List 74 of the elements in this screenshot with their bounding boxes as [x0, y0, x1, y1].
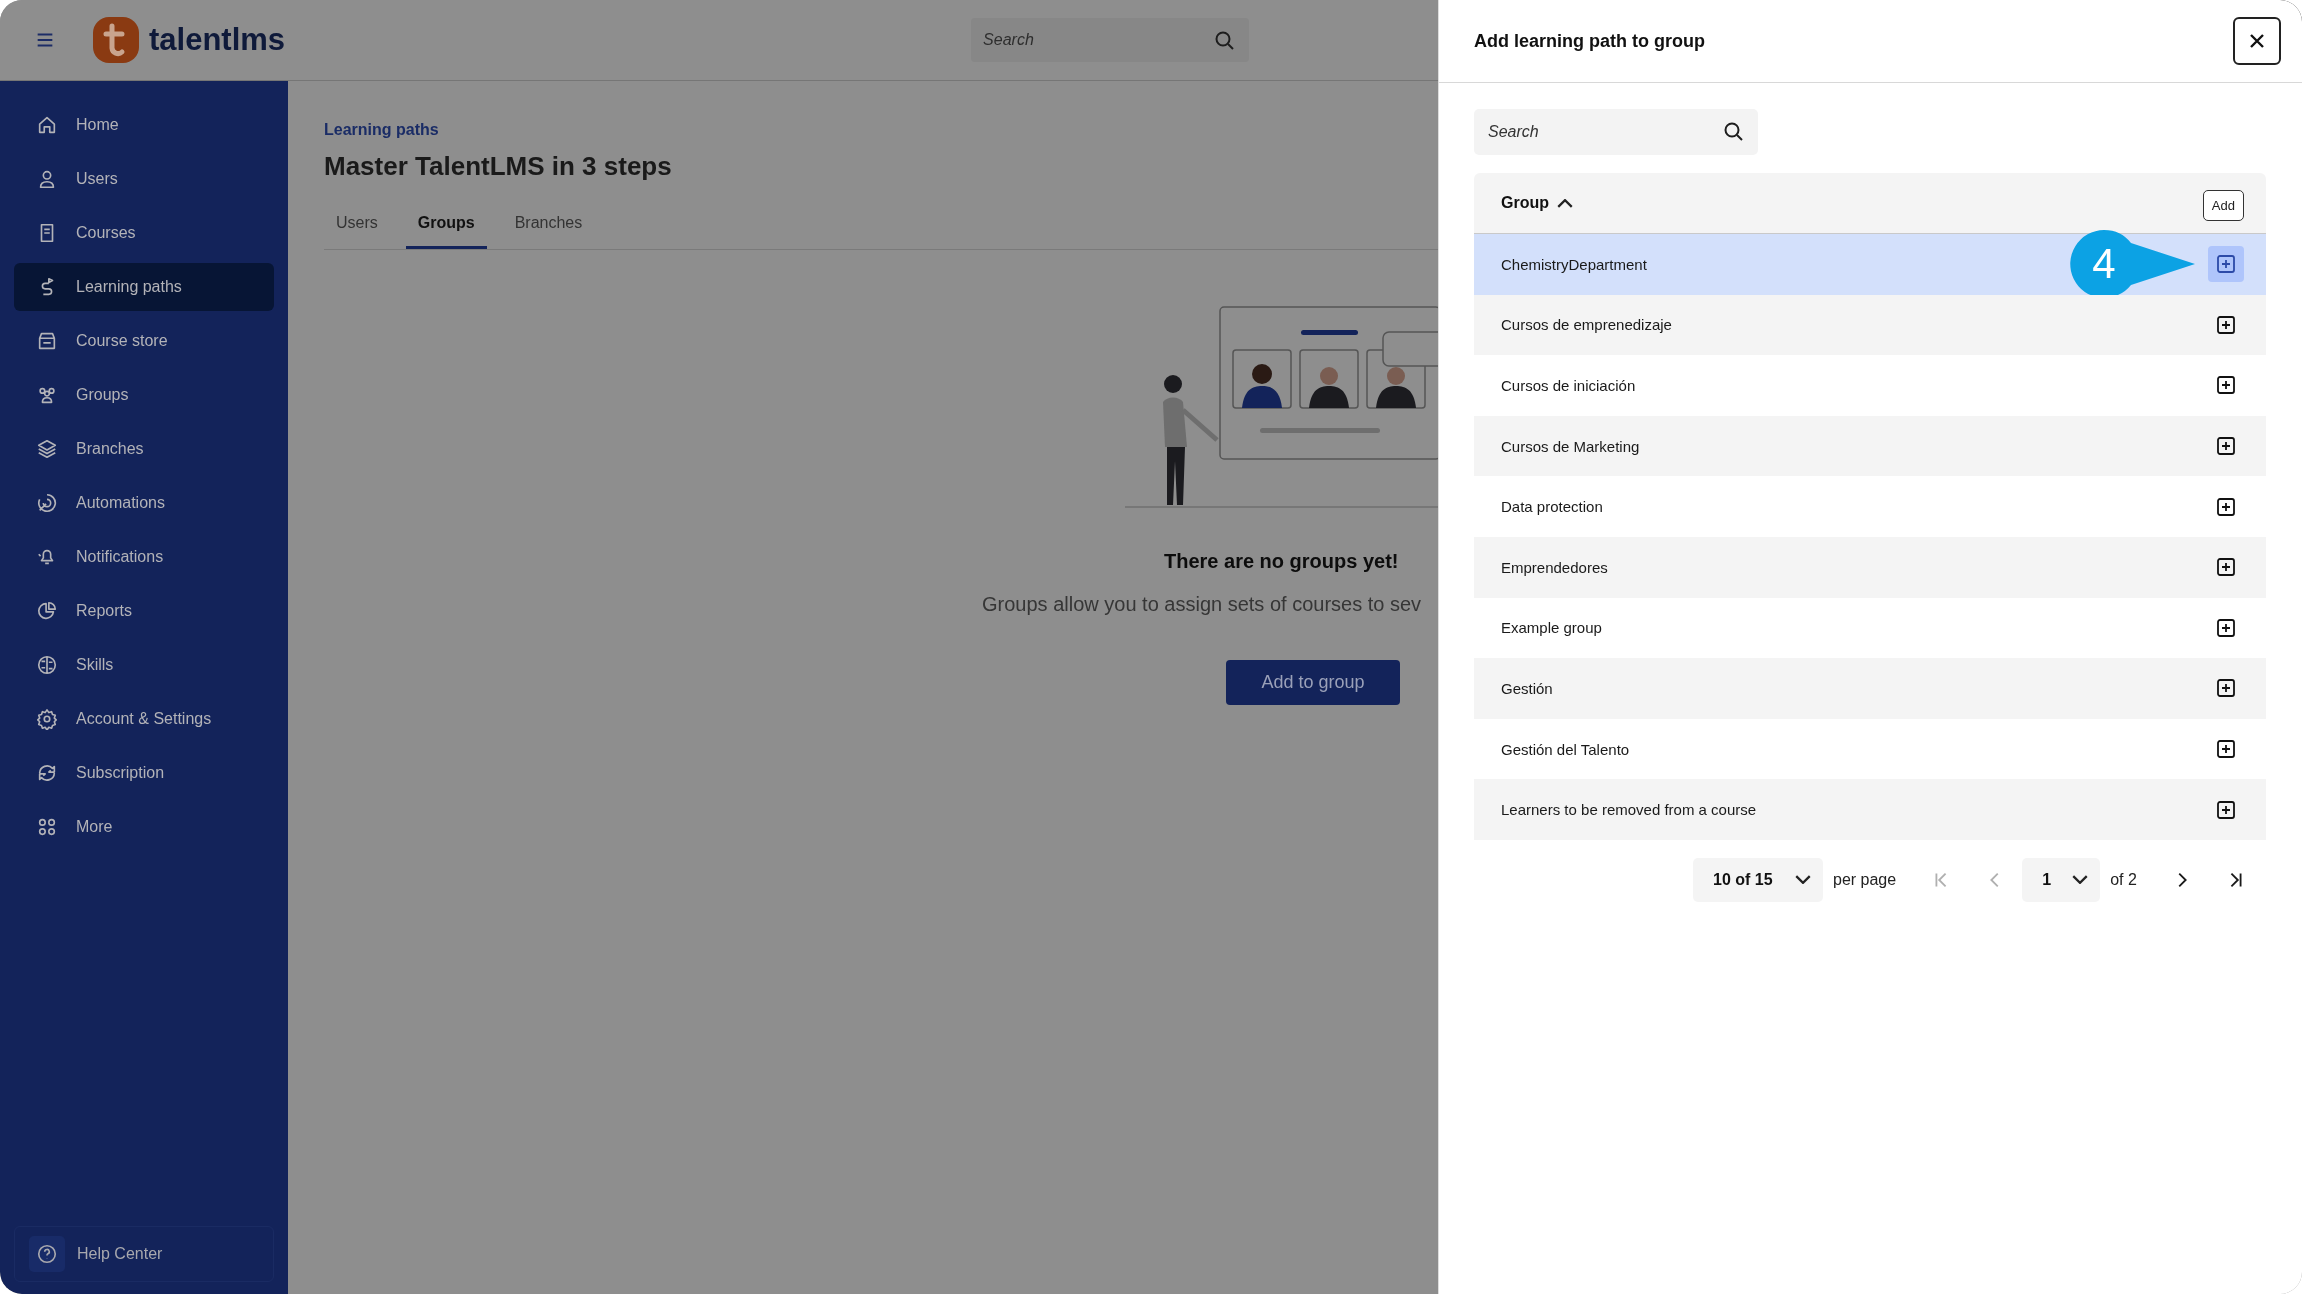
sidebar-item-icon — [36, 654, 58, 676]
search-field[interactable]: Search — [1474, 109, 1758, 155]
table-row[interactable]: Gestión — [1474, 658, 2266, 719]
group-name: Cursos de emprenedizaje — [1501, 316, 1672, 334]
sidebar-item[interactable]: Notifications — [14, 533, 274, 581]
add-to-group-button[interactable]: Add to group — [1226, 660, 1400, 705]
empty-state-heading: There are no groups yet! — [1164, 550, 1399, 573]
group-name: ChemistryDepartment — [1501, 255, 1647, 273]
page-total: of 2 — [2110, 870, 2137, 889]
sidebar-item[interactable]: Reports — [14, 587, 274, 635]
add-icon — [2216, 557, 2236, 578]
sidebar-item[interactable]: Home — [14, 101, 274, 149]
add-icon — [2216, 496, 2236, 517]
add-button[interactable] — [2208, 246, 2244, 283]
search-field[interactable]: Search — [971, 18, 1250, 62]
help-icon — [36, 1243, 58, 1265]
chevron-down-icon — [2072, 875, 2089, 885]
sidebar-item-icon — [36, 600, 58, 622]
table-row[interactable]: Cursos de emprenedizaje — [1474, 294, 2266, 356]
chevron-down-icon — [1795, 875, 1811, 885]
logo-icon — [92, 16, 140, 64]
sidebar-item-icon — [36, 330, 58, 352]
group-name: Data protection — [1501, 498, 1603, 516]
sidebar-item[interactable]: Learning paths — [14, 263, 274, 311]
tab[interactable]: Users — [324, 204, 390, 249]
page-title: Master TalentLMS in 3 steps — [324, 151, 672, 182]
sidebar-item-icon — [36, 438, 58, 460]
tab[interactable]: Branches — [502, 204, 595, 249]
sidebar-item-icon — [36, 816, 58, 838]
empty-state-description: Groups allow you to assign sets of courses to sev — [982, 593, 1422, 616]
group-name: Learners to be removed from a course — [1501, 801, 1757, 819]
group-name: Cursos de Marketing — [1501, 437, 1640, 455]
table-row[interactable]: Cursos de Marketing — [1474, 415, 2266, 477]
page-select[interactable]: 1 — [2022, 857, 2101, 902]
add-icon — [2216, 739, 2236, 760]
sidebar-item[interactable]: Skills — [14, 641, 274, 689]
column-header[interactable]: Group — [1501, 194, 1549, 212]
group-name: Gestión — [1501, 679, 1553, 697]
sidebar-item[interactable]: Branches — [14, 425, 274, 473]
group-name: Emprendedores — [1501, 558, 1608, 576]
sidebar-item[interactable]: Courses — [14, 209, 274, 257]
sort-up-icon[interactable] — [1557, 198, 1573, 208]
sidebar-item[interactable]: Automations — [14, 479, 274, 527]
sidebar-item-icon — [36, 114, 58, 136]
group-name: Gestión del Talento — [1501, 740, 1630, 758]
sidebar-item[interactable]: More — [14, 803, 274, 851]
help-center-link[interactable]: Help Center — [14, 1226, 274, 1282]
group-name: Cursos de iniciación — [1501, 377, 1636, 394]
sidebar-item-icon — [36, 762, 58, 784]
table-row[interactable]: Emprendedores — [1474, 536, 2266, 598]
close-button[interactable] — [2233, 17, 2281, 65]
breadcrumb-link[interactable]: Learning paths — [324, 121, 439, 139]
sidebar-item-icon — [36, 492, 58, 514]
sidebar-item[interactable]: Course store — [14, 317, 274, 365]
per-page-label: per page — [1833, 870, 1897, 889]
table-row[interactable]: Learners to be removed from a course — [1474, 779, 2266, 840]
tooltip: Add — [2202, 190, 2244, 221]
add-icon — [2216, 314, 2236, 335]
add-icon — [2216, 799, 2236, 820]
add-icon — [2216, 678, 2236, 699]
add-icon — [2216, 375, 2236, 396]
tab[interactable]: Groups — [405, 204, 487, 249]
logo-text: talentlms — [149, 22, 286, 58]
per-page-select[interactable]: 10 of 15 — [1693, 857, 1823, 902]
add-icon — [2216, 254, 2236, 275]
sidebar-item[interactable]: Groups — [14, 371, 274, 419]
add-icon — [2216, 617, 2236, 638]
add-icon — [2216, 436, 2236, 457]
sidebar-item[interactable]: Subscription — [14, 749, 274, 797]
sidebar-item-icon — [36, 708, 58, 730]
group-name: Example group — [1501, 619, 1602, 637]
panel-title: Add learning path to group — [1474, 30, 1705, 52]
sidebar-item[interactable]: Users — [14, 155, 274, 203]
sidebar-item[interactable]: Account & Settings — [14, 695, 274, 743]
